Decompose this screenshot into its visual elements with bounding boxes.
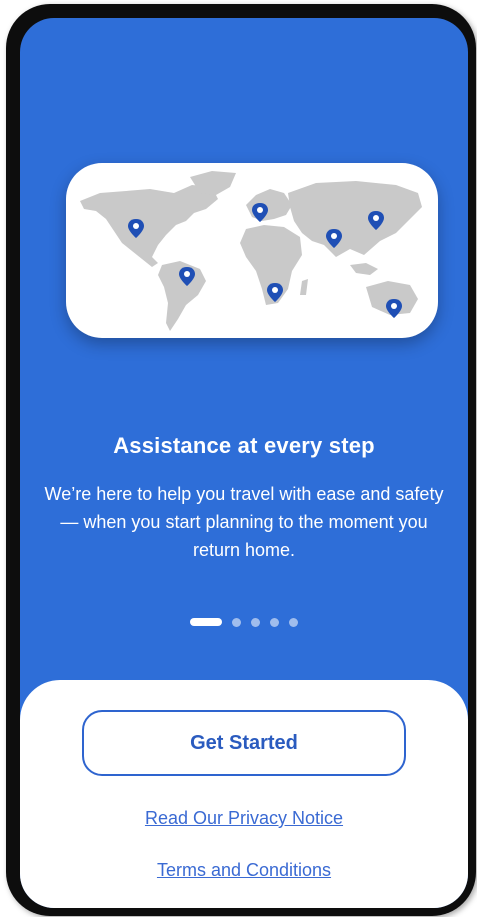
page-indicator-dot-active[interactable]: [190, 618, 222, 626]
page-indicator-dot[interactable]: [251, 617, 260, 627]
terms-conditions-link[interactable]: Terms and Conditions: [20, 860, 468, 881]
north-america-continent: [80, 185, 218, 267]
get-started-button[interactable]: Get Started: [82, 710, 406, 776]
asia-continent: [288, 181, 422, 257]
madagascar-landmass: [300, 279, 308, 295]
privacy-notice-link[interactable]: Read Our Privacy Notice: [20, 808, 468, 829]
world-map-card: [66, 163, 438, 338]
bottom-action-sheet: Get Started Read Our Privacy Notice Term…: [20, 680, 468, 908]
world-map-illustration: [80, 171, 422, 331]
onboarding-title: Assistance at every step: [113, 433, 375, 458]
page-indicator-dot[interactable]: [232, 617, 241, 627]
onboarding-screen: Assistance at every step We’re here to h…: [20, 18, 468, 908]
onboarding-description: We’re here to help you travel with ease …: [44, 484, 444, 560]
page-indicator: [20, 616, 468, 628]
page-indicator-dot[interactable]: [270, 617, 279, 627]
location-pin-icon: [386, 299, 402, 318]
islands-landmass: [350, 263, 378, 275]
phone-frame: Assistance at every step We’re here to h…: [6, 4, 476, 916]
europe-continent: [246, 189, 292, 221]
page-indicator-dot[interactable]: [289, 617, 298, 627]
